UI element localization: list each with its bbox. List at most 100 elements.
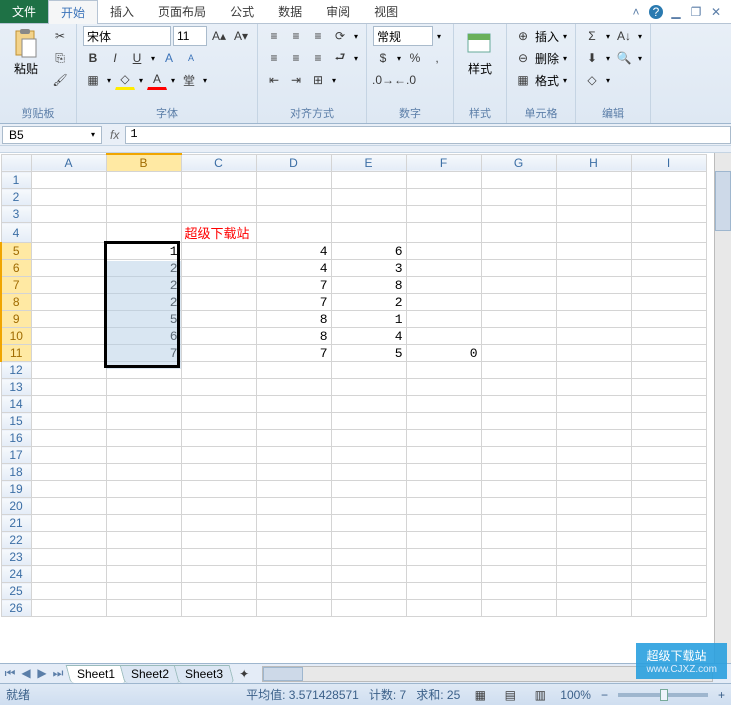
cell-D5[interactable]: 4 (256, 243, 331, 260)
sheet-nav-prev-icon[interactable]: ◀ (18, 666, 34, 681)
cell-H21[interactable] (556, 515, 631, 532)
cell-D19[interactable] (256, 481, 331, 498)
view-break-icon[interactable]: ▥ (530, 685, 550, 705)
row-header-8[interactable]: 8 (1, 294, 31, 311)
cell-B10[interactable]: 6 (106, 328, 181, 345)
format-painter-icon[interactable]: 🖌 (50, 70, 70, 90)
row-header-12[interactable]: 12 (1, 362, 31, 379)
cell-I18[interactable] (631, 464, 706, 481)
cell-A12[interactable] (31, 362, 106, 379)
cell-G8[interactable] (481, 294, 556, 311)
cell-E8[interactable]: 2 (331, 294, 406, 311)
cell-E14[interactable] (331, 396, 406, 413)
cell-G12[interactable] (481, 362, 556, 379)
cell-G20[interactable] (481, 498, 556, 515)
row-header-19[interactable]: 19 (1, 481, 31, 498)
cell-F26[interactable] (406, 600, 481, 617)
grid-table[interactable]: ABCDEFGHI1234超级下载站5146624372788272958110… (0, 153, 707, 617)
cell-B22[interactable] (106, 532, 181, 549)
cell-C17[interactable] (181, 447, 256, 464)
cell-H20[interactable] (556, 498, 631, 515)
cell-H24[interactable] (556, 566, 631, 583)
cell-H5[interactable] (556, 243, 631, 260)
cell-B1[interactable] (106, 172, 181, 189)
cell-E16[interactable] (331, 430, 406, 447)
cell-G9[interactable] (481, 311, 556, 328)
align-top-icon[interactable]: ≡ (264, 26, 284, 46)
cell-B18[interactable] (106, 464, 181, 481)
cell-A7[interactable] (31, 277, 106, 294)
restore-icon[interactable]: ❐ (689, 5, 703, 19)
cell-E9[interactable]: 1 (331, 311, 406, 328)
cell-D23[interactable] (256, 549, 331, 566)
cell-I7[interactable] (631, 277, 706, 294)
sheet-tab-Sheet1[interactable]: Sheet1 (66, 665, 127, 683)
cell-D6[interactable]: 4 (256, 260, 331, 277)
cell-D25[interactable] (256, 583, 331, 600)
sheet-tab-Sheet2[interactable]: Sheet2 (120, 665, 181, 683)
cell-D13[interactable] (256, 379, 331, 396)
cell-C2[interactable] (181, 189, 256, 206)
cell-E4[interactable] (331, 223, 406, 243)
cell-D15[interactable] (256, 413, 331, 430)
row-header-5[interactable]: 5 (1, 243, 31, 260)
cell-A21[interactable] (31, 515, 106, 532)
align-bottom-icon[interactable]: ≡ (308, 26, 328, 46)
row-header-16[interactable]: 16 (1, 430, 31, 447)
cell-I21[interactable] (631, 515, 706, 532)
cell-I6[interactable] (631, 260, 706, 277)
row-header-2[interactable]: 2 (1, 189, 31, 206)
cell-F19[interactable] (406, 481, 481, 498)
col-header-A[interactable]: A (31, 154, 106, 172)
tab-home[interactable]: 开始 (48, 0, 98, 24)
cell-C19[interactable] (181, 481, 256, 498)
tab-formula[interactable]: 公式 (218, 0, 266, 23)
row-header-25[interactable]: 25 (1, 583, 31, 600)
tab-layout[interactable]: 页面布局 (146, 0, 218, 23)
cell-F23[interactable] (406, 549, 481, 566)
cell-B4[interactable] (106, 223, 181, 243)
row-header-17[interactable]: 17 (1, 447, 31, 464)
cell-D17[interactable] (256, 447, 331, 464)
row-header-23[interactable]: 23 (1, 549, 31, 566)
underline-button[interactable]: U (127, 48, 147, 68)
col-header-G[interactable]: G (481, 154, 556, 172)
cell-B13[interactable] (106, 379, 181, 396)
cell-B7[interactable]: 2 (106, 277, 181, 294)
copy-icon[interactable]: ⎘ (50, 48, 70, 68)
cell-C20[interactable] (181, 498, 256, 515)
cell-G18[interactable] (481, 464, 556, 481)
cell-B15[interactable] (106, 413, 181, 430)
cell-I1[interactable] (631, 172, 706, 189)
cell-E22[interactable] (331, 532, 406, 549)
cell-H13[interactable] (556, 379, 631, 396)
comma-icon[interactable]: , (427, 48, 447, 68)
cell-I16[interactable] (631, 430, 706, 447)
cell-I22[interactable] (631, 532, 706, 549)
cell-G23[interactable] (481, 549, 556, 566)
cell-E12[interactable] (331, 362, 406, 379)
cell-H9[interactable] (556, 311, 631, 328)
cell-I25[interactable] (631, 583, 706, 600)
cell-I14[interactable] (631, 396, 706, 413)
cell-B23[interactable] (106, 549, 181, 566)
cell-B19[interactable] (106, 481, 181, 498)
cell-I10[interactable] (631, 328, 706, 345)
cell-C24[interactable] (181, 566, 256, 583)
cell-G16[interactable] (481, 430, 556, 447)
cell-A8[interactable] (31, 294, 106, 311)
cell-C15[interactable] (181, 413, 256, 430)
cell-A17[interactable] (31, 447, 106, 464)
help-icon[interactable]: ? (649, 5, 663, 19)
increase-indent-icon[interactable]: ⇥ (286, 70, 306, 90)
align-left-icon[interactable]: ≡ (264, 48, 284, 68)
decrease-font-icon[interactable]: A▾ (231, 26, 251, 46)
cell-F15[interactable] (406, 413, 481, 430)
row-header-13[interactable]: 13 (1, 379, 31, 396)
currency-icon[interactable]: $ (373, 48, 393, 68)
cell-A10[interactable] (31, 328, 106, 345)
cell-G17[interactable] (481, 447, 556, 464)
cell-B8[interactable]: 2 (106, 294, 181, 311)
cell-D26[interactable] (256, 600, 331, 617)
cell-I9[interactable] (631, 311, 706, 328)
